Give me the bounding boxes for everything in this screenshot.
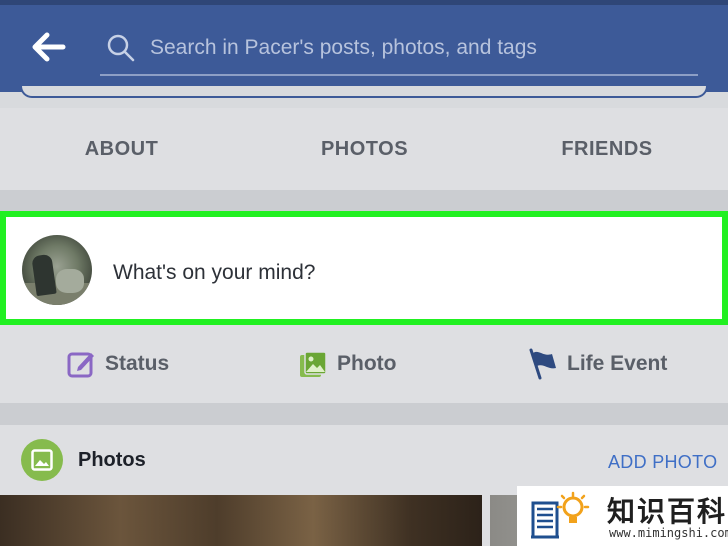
image-icon: [31, 449, 53, 471]
flag-icon: [529, 348, 556, 380]
status-label: Status: [105, 352, 170, 375]
book-lightbulb-logo: [531, 491, 590, 539]
arrow-left-icon: [32, 32, 66, 62]
back-button[interactable]: [30, 31, 68, 63]
status-button[interactable]: Status: [67, 325, 169, 403]
post-composer[interactable]: What's on your mind?: [0, 211, 728, 325]
tab-friends[interactable]: FRIENDS: [486, 108, 728, 190]
search-input[interactable]: [148, 32, 692, 64]
photos-section-title: Photos: [78, 449, 146, 471]
profile-tabs: ABOUT PHOTOS FRIENDS: [0, 108, 728, 190]
life-event-button[interactable]: Life Event: [528, 325, 667, 403]
avatar[interactable]: [22, 235, 92, 305]
watermark-url: www.mimingshi.com: [609, 526, 728, 540]
section-divider: [0, 190, 728, 212]
tab-photos[interactable]: PHOTOS: [243, 108, 486, 190]
watermark: 知识百科 www.mimingshi.com: [517, 486, 728, 546]
add-photo-link[interactable]: ADD PHOTO: [608, 452, 717, 473]
photo-label: Photo: [337, 352, 397, 375]
top-app-bar: [0, 0, 728, 92]
composer-actions: Status Photo Life Event: [0, 325, 728, 403]
section-divider: [0, 403, 728, 425]
life-event-label: Life Event: [567, 352, 668, 375]
photo-icon: [300, 350, 327, 377]
photos-section-icon: [21, 439, 63, 481]
tab-about[interactable]: ABOUT: [0, 108, 243, 190]
watermark-title: 知识百科: [607, 495, 728, 528]
composer-prompt[interactable]: What's on your mind?: [113, 261, 315, 285]
photo-button[interactable]: Photo: [299, 325, 396, 403]
edit-icon: [67, 352, 94, 377]
search-box[interactable]: [100, 22, 698, 76]
status-strip: [0, 0, 728, 5]
photo-thumbnail[interactable]: [0, 495, 482, 546]
search-icon: [107, 34, 135, 62]
profile-card-edge: [20, 86, 708, 98]
